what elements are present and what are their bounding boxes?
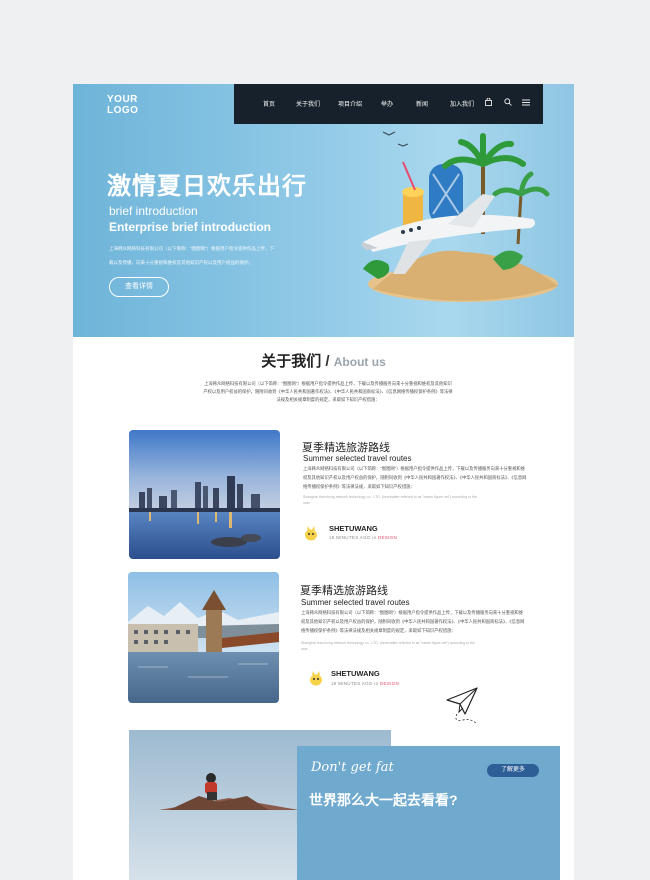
top-nav: 首页 关于我们 项目介绍 举办 新闻 加入我们 [234,84,543,124]
article-2-title[interactable]: 夏季精选旅游路线 [300,582,388,598]
lucerne-photo[interactable] [128,572,279,703]
article-2-tag[interactable]: DESIGN [380,681,399,686]
article-1-english-note: Shanghai Hanzhong network technology co.… [303,495,477,505]
article-1-tag[interactable]: DESIGN [378,535,397,540]
article-1-body: 上海韩众网络科技有限公司（以下简称：“图图网”）根据用户指令提供作品上传，下载以… [303,466,527,489]
travel-illustration [361,131,558,302]
nav-item-home[interactable]: 首页 [263,99,275,108]
article-2-body: 上海韩众网络科技有限公司（以下简称：“图图网”）根据用户指令提供作品上传，下载以… [301,610,525,633]
about-text: 上海韩众网络科技有限公司（以下简称：“图图网”）根据用户指令提供作品上传，下载以… [203,381,453,402]
article-1-author[interactable]: SHETUWANG [329,524,378,533]
hero-description: 上海韩众网络科技有限公司（以下简称：“图图网”）根据用户指令提供作品上传，下 载… [109,246,274,265]
hero-subtitle-bold: Enterprise brief introduction [109,220,272,234]
nav-item-projects[interactable]: 项目介绍 [338,99,362,108]
nav-item-news[interactable]: 新闻 [416,99,428,108]
avatar-icon [310,671,322,686]
paper-plane-icon [446,687,478,725]
cta-card: Don't get fat 世界那么大一起去看看? 了解更多 [297,746,560,880]
shopping-bag-icon[interactable] [485,97,492,108]
article-1-title[interactable]: 夏季精选旅游路线 [302,439,390,455]
nav-item-about[interactable]: 关于我们 [296,99,320,108]
article-2-english-note: Shanghai Hanzhong network technology co.… [301,641,475,651]
nav-item-join[interactable]: 加入我们 [450,99,474,108]
search-icon[interactable] [504,98,512,108]
avatar-icon [305,526,317,541]
nav-item-events[interactable]: 举办 [381,99,393,108]
menu-icon[interactable] [522,99,530,108]
cta-script-text: Don't get fat [311,760,394,775]
city-photo[interactable] [129,430,280,559]
view-details-button[interactable]: 查看详情 [109,277,169,297]
page: YOUR LOGO 首页 关于我们 项目介绍 举办 新闻 加入我们 激情夏日欢乐… [73,84,574,880]
logo[interactable]: YOUR LOGO [107,94,138,116]
article-1-meta: 19 MINUTES AGO in DESIGN [329,535,398,540]
hero-banner: YOUR LOGO 首页 关于我们 项目介绍 举办 新闻 加入我们 激情夏日欢乐… [73,84,574,337]
cta-title: 世界那么大一起去看看? [309,792,458,808]
article-2-subtitle: Summer selected travel routes [301,598,410,607]
hero-title: 激情夏日欢乐出行 [107,173,307,200]
hero-subtitle: brief introduction [109,204,198,218]
learn-more-button[interactable]: 了解更多 [487,764,539,777]
about-title: 关于我们 / About us [261,353,386,370]
article-2-meta: 19 MINUTES AGO in DESIGN [331,681,400,686]
article-1-subtitle: Summer selected travel routes [303,454,412,463]
article-2-author[interactable]: SHETUWANG [331,669,380,678]
